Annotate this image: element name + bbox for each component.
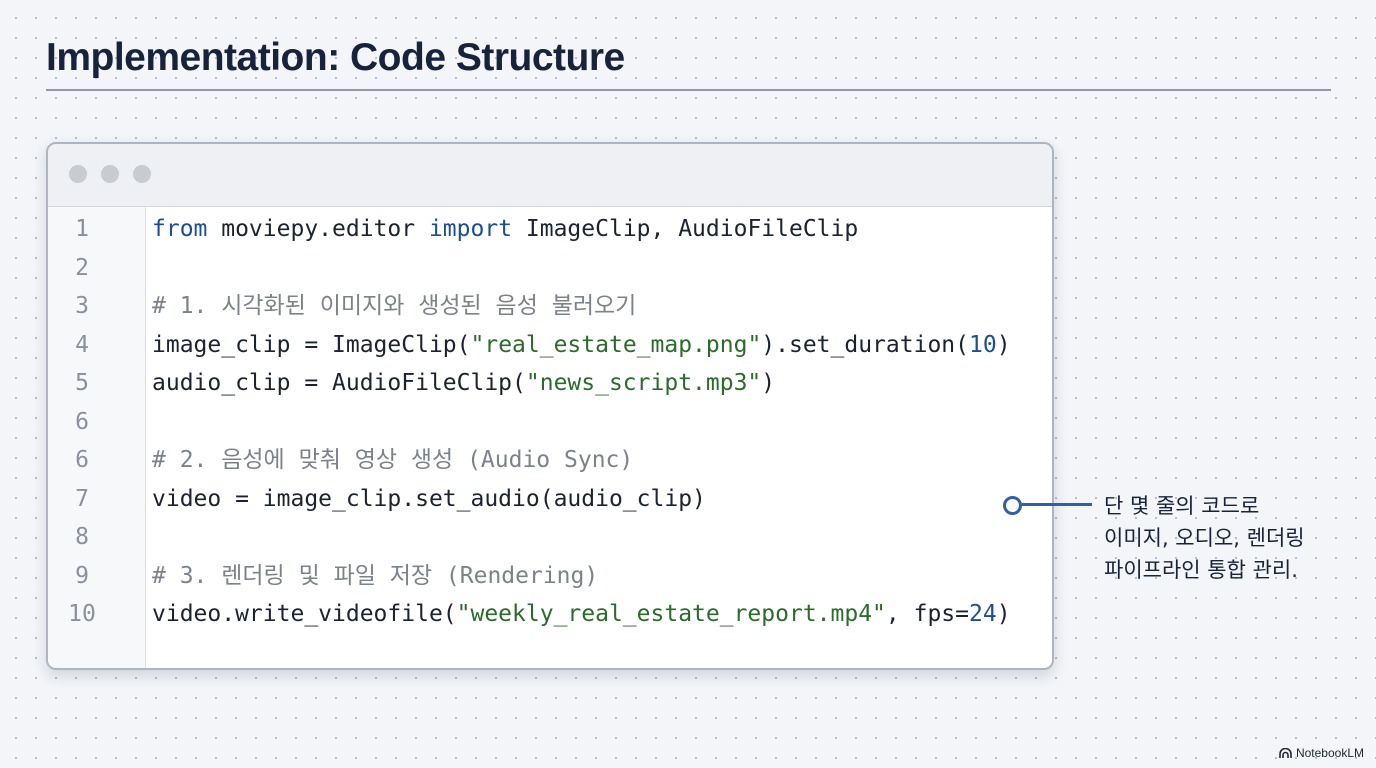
code-string: "real_estate_map.png" (470, 331, 762, 358)
notebooklm-logo-icon (1279, 747, 1292, 758)
code-line: 5 audio_clip = AudioFileClip("news_script… (48, 364, 1052, 403)
code-token: ImageClip, AudioFileClip (512, 216, 859, 242)
code-number: 24 (969, 601, 997, 627)
code-token: video.write_videofile( (152, 601, 457, 627)
code-line: 2 (48, 249, 1052, 288)
line-number: 10 (68, 601, 96, 627)
window-dot-icon (133, 165, 151, 183)
code-line: 4 image_clip = ImageClip("real_estate_map… (48, 326, 1052, 365)
code-token: ).set_duration( (761, 331, 970, 358)
code-line: 3 # 1. 시각화된 이미지와 생성된 음성 불러오기 (48, 287, 1052, 326)
code-text: video.write_videofile("weekly_real_estat… (152, 595, 1011, 634)
code-token: audio_clip = AudioFileClip( (152, 370, 526, 396)
title-divider (46, 89, 1331, 91)
code-token: video = image_clip.set_audio(audio_clip) (152, 485, 706, 512)
code-text: from moviepy.editor import ImageClip, Au… (152, 210, 858, 249)
code-keyword: from (152, 216, 208, 242)
code-string: "news_script.mp3" (525, 370, 762, 396)
code-text: audio_clip = AudioFileClip("news_script.… (152, 364, 775, 403)
brand-label: NotebookLM (1295, 746, 1364, 760)
line-number: 4 (75, 331, 89, 358)
code-token: moviepy.editor (207, 216, 429, 242)
line-number: 2 (75, 254, 89, 281)
slide: { "slide": { "title": "Implementation: C… (0, 0, 1376, 768)
code-area: 1 from moviepy.editor import ImageClip, A… (48, 210, 1052, 634)
code-comment: # 3. 렌더링 및 파일 저장 (Rendering) (152, 562, 599, 589)
code-line: 10 video.write_videofile("weekly_real_est… (48, 595, 1052, 634)
callout-line: 파이프라인 통합 관리. (1104, 558, 1298, 582)
notebooklm-branding: NotebookLM (1279, 746, 1364, 760)
code-comment: # 1. 시각화된 이미지와 생성된 음성 불러오기 (152, 293, 637, 319)
line-number: 7 (75, 485, 89, 512)
code-line: 9 # 3. 렌더링 및 파일 저장 (Rendering) (48, 557, 1052, 596)
code-window: 1 from moviepy.editor import ImageClip, A… (46, 142, 1054, 670)
slide-title: Implementation: Code Structure (46, 36, 625, 79)
code-text: image_clip = ImageClip("real_estate_map.… (152, 326, 1011, 365)
code-token: ) (761, 370, 776, 396)
window-titlebar (48, 144, 1052, 207)
code-line: 1 from moviepy.editor import ImageClip, A… (48, 210, 1052, 249)
line-number: 5 (75, 370, 89, 396)
code-line: 6 (48, 403, 1052, 442)
line-number: 9 (75, 562, 89, 589)
callout-line: 이미지, 오디오, 렌더링 (1104, 526, 1305, 550)
window-dot-icon (101, 165, 119, 183)
code-text: video = image_clip.set_audio(audio_clip) (152, 480, 706, 519)
code-text: # 1. 시각화된 이미지와 생성된 음성 불러오기 (152, 287, 636, 326)
callout-text: 단 몇 줄의 코드로 이미지, 오디오, 렌더링 파이프라인 통합 관리. (1104, 490, 1364, 586)
code-number: 10 (969, 331, 997, 358)
code-line: 7 video = image_clip.set_audio(audio_clip… (48, 480, 1052, 519)
code-keyword: import (428, 216, 513, 242)
code-string: "weekly_real_estate_report.mp4" (456, 601, 886, 627)
callout-marker-icon (1003, 496, 1022, 515)
code-text: # 2. 음성에 맞춰 영상 생성 (Audio Sync) (152, 441, 633, 480)
code-token: ) (996, 601, 1011, 627)
code-line: 6 # 2. 음성에 맞춰 영상 생성 (Audio Sync) (48, 441, 1052, 480)
line-number: 1 (75, 216, 89, 242)
line-number: 8 (75, 524, 89, 550)
line-number: 3 (75, 293, 89, 319)
line-number: 6 (75, 447, 89, 473)
code-token: ) (996, 331, 1011, 358)
code-line: 8 (48, 518, 1052, 557)
callout-connector (1022, 503, 1092, 506)
line-number: 6 (75, 408, 89, 435)
callout-line: 단 몇 줄의 코드로 (1104, 494, 1260, 518)
code-comment: # 2. 음성에 맞춰 영상 생성 (Audio Sync) (152, 447, 634, 473)
code-token: , fps= (885, 601, 969, 627)
window-dot-icon (69, 165, 87, 183)
code-text: # 3. 렌더링 및 파일 저장 (Rendering) (152, 557, 598, 596)
code-token: image_clip = ImageClip( (152, 331, 471, 358)
